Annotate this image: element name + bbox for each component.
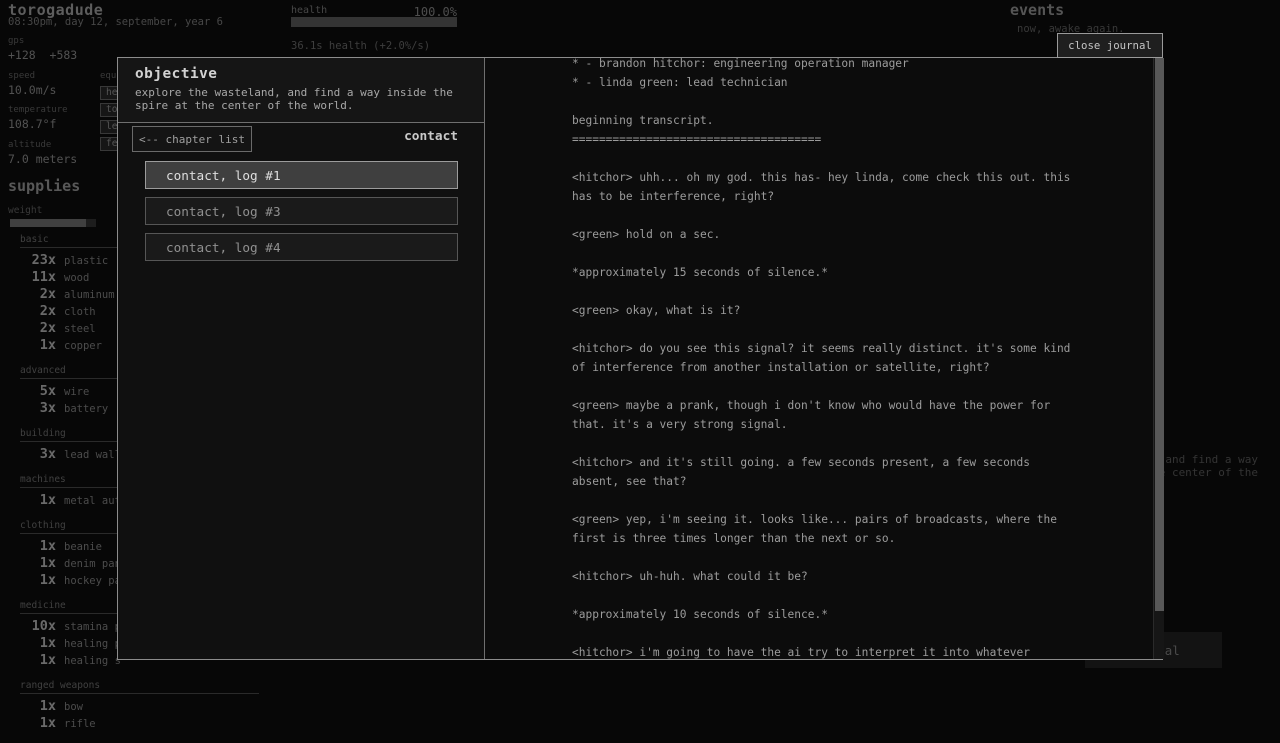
chapter-list-button[interactable]: <-- chapter list — [132, 126, 252, 152]
supply-item: 1xrifle — [20, 713, 259, 730]
section-header: ranged weapons — [20, 680, 259, 694]
health-regen-text: 36.1s health (+2.0%/s) — [291, 40, 430, 52]
weight-label: weight — [8, 205, 42, 216]
objective-description: explore the wasteland, and find a way in… — [135, 86, 468, 112]
objective-title: objective — [135, 66, 468, 82]
health-label: health — [291, 5, 327, 16]
journal-text-pane: * - brandon hitchor: engineering operati… — [484, 58, 1164, 659]
supply-item: 1xbow — [20, 696, 259, 713]
supplies-heading: supplies — [8, 177, 80, 195]
weight-bar-fill — [10, 219, 86, 227]
objective-header: objective explore the wasteland, and fin… — [118, 58, 484, 123]
close-journal-button[interactable]: close journal — [1057, 33, 1163, 58]
weight-bar — [10, 219, 96, 227]
events-heading: events — [1010, 1, 1064, 19]
supplies-section-ranged-weapons: ranged weapons 1xbow 1xrifle — [20, 680, 259, 730]
game-datetime: 08:30pm, day 12, september, year 6 — [8, 16, 223, 28]
journal-transcript: * - brandon hitchor: engineering operati… — [572, 58, 1070, 659]
contact-pane: objective explore the wasteland, and fin… — [118, 58, 484, 659]
contact-log-1-button[interactable]: contact, log #1 — [145, 161, 458, 189]
contact-log-3-button[interactable]: contact, log #3 — [145, 197, 458, 225]
journal-scrollbar[interactable] — [1153, 58, 1164, 659]
stat-gps-label: gps — [8, 36, 208, 46]
health-bar-fill — [291, 17, 457, 27]
journal-overlay-window: objective explore the wasteland, and fin… — [117, 57, 1163, 660]
chapter-label: contact — [404, 129, 458, 144]
journal-scrollbar-thumb[interactable] — [1155, 58, 1164, 611]
health-bar — [291, 17, 457, 27]
contact-log-4-button[interactable]: contact, log #4 — [145, 233, 458, 261]
